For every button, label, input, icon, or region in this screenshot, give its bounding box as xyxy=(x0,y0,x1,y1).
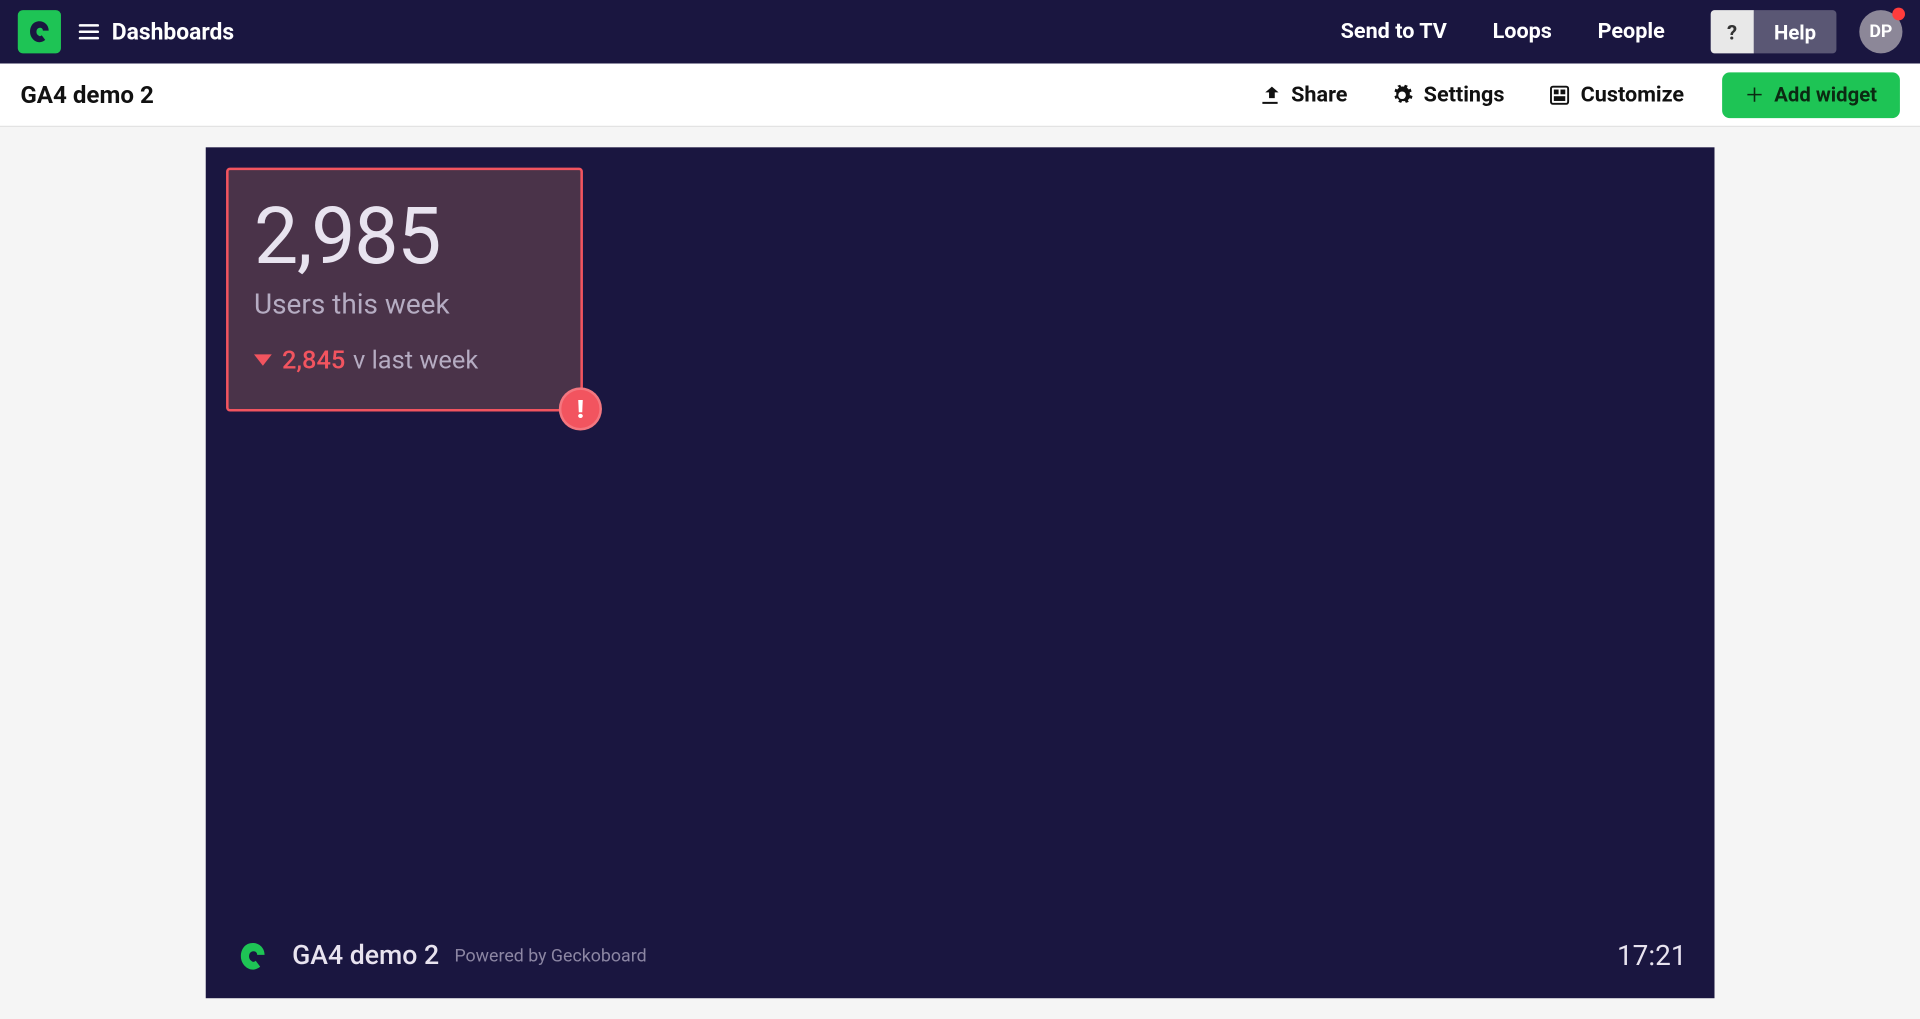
dashboard-toolbar: GA4 demo 2 Share Settings Customize Add … xyxy=(0,64,1920,128)
caret-down-icon xyxy=(254,354,272,365)
brand-logo[interactable] xyxy=(18,10,61,53)
comparison-suffix: v last week xyxy=(353,344,478,374)
help-question-button[interactable]: ? xyxy=(1710,10,1753,53)
gecko-logo-icon xyxy=(25,18,53,46)
widget-label: Users this week xyxy=(254,290,555,322)
comparison-value: 2,845 xyxy=(282,344,345,374)
add-widget-button[interactable]: Add widget xyxy=(1722,72,1900,118)
widget-comparison: 2,845 v last week xyxy=(254,344,555,374)
customize-icon xyxy=(1548,83,1571,106)
user-avatar[interactable]: DP xyxy=(1859,10,1902,53)
footer-powered-by: Powered by Geckoboard xyxy=(454,946,646,966)
settings-button[interactable]: Settings xyxy=(1391,82,1505,107)
widget-value: 2,985 xyxy=(254,198,555,277)
notification-dot-icon xyxy=(1892,8,1905,21)
gear-icon xyxy=(1391,83,1414,106)
plus-icon xyxy=(1745,85,1764,104)
top-nav: Dashboards Send to TV Loops People ? Hel… xyxy=(0,0,1920,64)
settings-label: Settings xyxy=(1424,82,1505,107)
alert-badge-icon[interactable]: ! xyxy=(559,387,602,430)
nav-section-title[interactable]: Dashboards xyxy=(112,18,234,45)
footer-logo xyxy=(234,937,272,975)
help-button[interactable]: Help xyxy=(1754,10,1837,53)
dashboard-canvas[interactable]: 2,985 Users this week 2,845 v last week … xyxy=(206,147,1715,998)
nav-link-send-to-tv[interactable]: Send to TV xyxy=(1341,19,1447,44)
footer-clock: 17:21 xyxy=(1617,940,1687,972)
gecko-logo-icon xyxy=(235,939,271,975)
help-group: ? Help xyxy=(1710,10,1836,53)
dashboard-title[interactable]: GA4 demo 2 xyxy=(20,80,153,109)
customize-button[interactable]: Customize xyxy=(1548,82,1684,107)
nav-link-loops[interactable]: Loops xyxy=(1493,19,1552,44)
avatar-initials: DP xyxy=(1869,22,1892,42)
share-label: Share xyxy=(1291,82,1347,107)
menu-icon[interactable] xyxy=(79,24,99,39)
nav-link-people[interactable]: People xyxy=(1598,19,1665,44)
share-icon xyxy=(1258,83,1281,106)
share-button[interactable]: Share xyxy=(1258,82,1347,107)
dashboard-canvas-wrap: 2,985 Users this week 2,845 v last week … xyxy=(0,127,1920,998)
customize-label: Customize xyxy=(1581,82,1684,107)
footer-dashboard-title: GA4 demo 2 xyxy=(292,941,439,971)
widget-users-this-week[interactable]: 2,985 Users this week 2,845 v last week … xyxy=(226,168,583,412)
add-widget-label: Add widget xyxy=(1774,83,1877,107)
dashboard-footer: GA4 demo 2 Powered by Geckoboard 17:21 xyxy=(234,937,1687,975)
